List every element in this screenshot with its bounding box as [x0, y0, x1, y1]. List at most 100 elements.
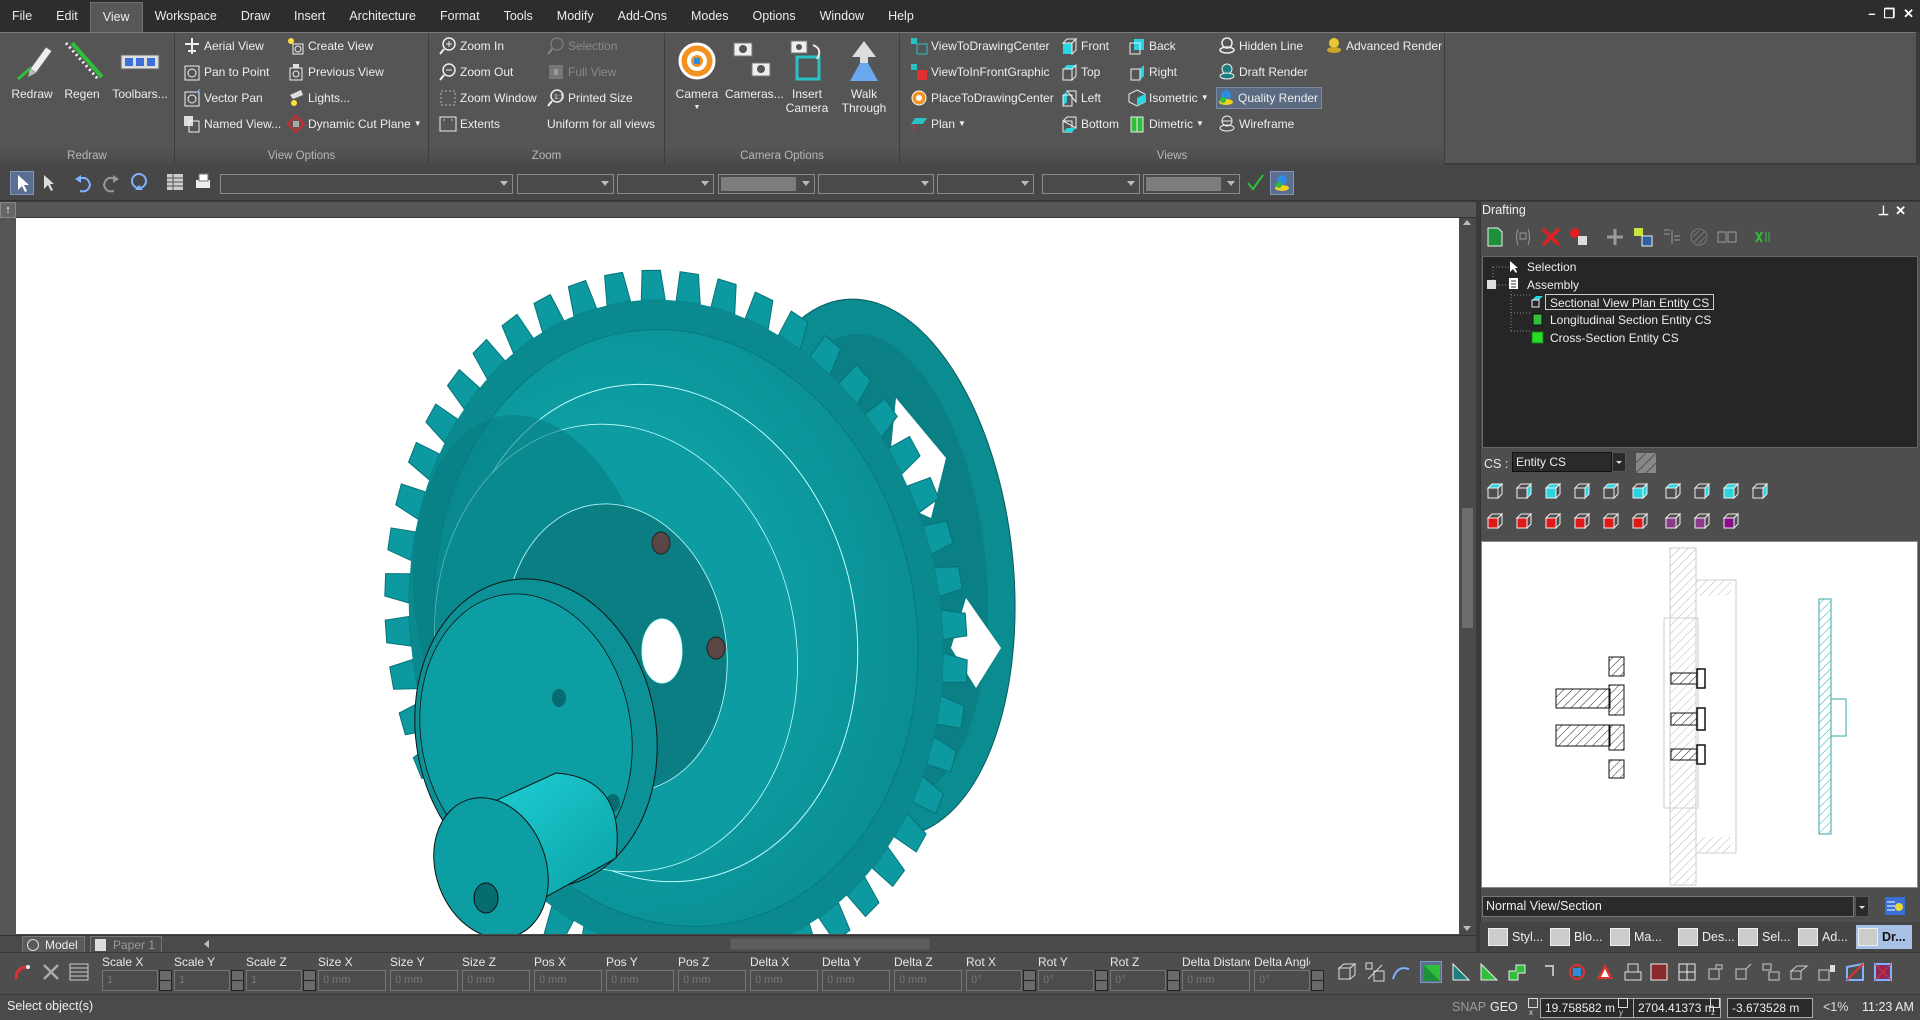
panel-tab-add-ons[interactable]: Ad...: [1796, 925, 1848, 949]
plan-button[interactable]: Plan ▼: [910, 113, 969, 135]
property-input[interactable]: 0 mm: [894, 970, 962, 991]
lock-tool-button[interactable]: [1816, 961, 1838, 983]
zoom-window-button[interactable]: Zoom Window: [439, 87, 540, 109]
section-cube-red-3-icon[interactable]: [1544, 512, 1562, 530]
view-to-drawing-center-button[interactable]: ViewToDrawingCenter: [910, 35, 1053, 57]
undo-button[interactable]: [72, 171, 96, 195]
redraw-button[interactable]: Redraw: [5, 39, 59, 101]
section-cube-purple-9-icon[interactable]: [1722, 512, 1740, 530]
property-input[interactable]: 0 mm: [750, 970, 818, 991]
panel-tab-styles[interactable]: Styl...: [1486, 925, 1543, 949]
green-slope-button[interactable]: [1478, 961, 1500, 983]
linetype-combo[interactable]: [517, 174, 614, 194]
properties-grid-button[interactable]: [164, 171, 188, 195]
compare-drafting-button[interactable]: [1716, 226, 1738, 248]
spin-button[interactable]: [303, 970, 316, 991]
panel-close-icon[interactable]: ✕: [1895, 203, 1912, 218]
lights-button[interactable]: Lights...: [287, 87, 353, 109]
spin-button[interactable]: [1095, 970, 1108, 991]
color-combo[interactable]: [718, 174, 815, 194]
menu-file[interactable]: File: [0, 1, 44, 31]
menu-view[interactable]: View: [89, 2, 143, 32]
pin-icon[interactable]: ⊥: [1878, 203, 1895, 218]
select-tool-button[interactable]: [10, 171, 34, 195]
group-bracket-button[interactable]: [1512, 226, 1534, 248]
new-drafting-button[interactable]: [1484, 226, 1506, 248]
mirror-tool-button[interactable]: [1566, 961, 1588, 983]
menu-insert[interactable]: Insert: [282, 1, 337, 31]
extents-button[interactable]: Extents: [439, 113, 503, 135]
section-cube-red-2-icon[interactable]: [1515, 512, 1533, 530]
toolbars-button[interactable]: Toolbars...: [110, 39, 170, 101]
z-coordinate-field[interactable]: -3.673528 m: [1727, 998, 1813, 1018]
section-cube-purple-8-icon[interactable]: [1693, 512, 1711, 530]
export-excel-button[interactable]: [1752, 226, 1774, 248]
stack-tool-button[interactable]: [1622, 961, 1644, 983]
section-cube-cyan-3-icon[interactable]: [1544, 482, 1562, 500]
tab-paper-1[interactable]: Paper 1: [90, 936, 163, 953]
y-coordinate-field[interactable]: 2704.41373 m: [1633, 998, 1721, 1018]
property-input[interactable]: 0°: [1254, 970, 1310, 991]
print-button[interactable]: [192, 171, 216, 195]
add-drafting-button[interactable]: [1604, 226, 1626, 248]
section-cube-red-1-icon[interactable]: [1486, 512, 1504, 530]
full-view-button[interactable]: Full View: [547, 61, 619, 83]
section-cube-cyan-5-icon[interactable]: [1602, 482, 1620, 500]
curve-tool-button[interactable]: [1390, 961, 1412, 983]
box-percent-button[interactable]: [1364, 961, 1386, 983]
text-style-combo[interactable]: [818, 174, 934, 194]
spin-button[interactable]: [231, 970, 244, 991]
zoom-in-button[interactable]: Zoom In: [439, 35, 507, 57]
geo-toggle[interactable]: GEO: [1490, 1000, 1518, 1014]
frame-red-button[interactable]: [1648, 961, 1670, 983]
view-left-button[interactable]: Left: [1060, 87, 1104, 109]
hatch-pattern-button[interactable]: [1635, 452, 1657, 474]
menu-format[interactable]: Format: [428, 1, 492, 31]
vertical-scrollbar[interactable]: [1459, 218, 1476, 935]
scroll-left-icon[interactable]: [204, 940, 209, 948]
property-input[interactable]: 0 mm: [318, 970, 386, 991]
spin-button[interactable]: [1167, 970, 1180, 991]
tree-node-assembly[interactable]: Assembly: [1527, 277, 1579, 293]
snap-toggle[interactable]: SNAP: [1452, 1000, 1486, 1014]
dim-style-combo[interactable]: [937, 174, 1034, 194]
select-edit-button[interactable]: [38, 171, 62, 195]
insert-view-button[interactable]: [1632, 226, 1654, 248]
refresh-button[interactable]: [128, 171, 152, 195]
view-back-button[interactable]: Back: [1128, 35, 1179, 57]
record-drafting-button[interactable]: [1568, 226, 1590, 248]
panel-tab-blocks[interactable]: Blo...: [1548, 925, 1603, 949]
menu-help[interactable]: Help: [876, 1, 926, 31]
hscroll-thumb[interactable]: [730, 938, 930, 950]
section-cube-cyan-10-icon[interactable]: [1751, 482, 1769, 500]
view-mode-select[interactable]: Normal View/Section: [1482, 896, 1854, 917]
attach-tool-button[interactable]: [1732, 961, 1754, 983]
blue-frame-button[interactable]: [1844, 961, 1866, 983]
tab-model[interactable]: Model: [22, 936, 85, 953]
menu-draw[interactable]: Draw: [229, 1, 282, 31]
section-cube-red-4-icon[interactable]: [1573, 512, 1591, 530]
printed-size-button[interactable]: 1:1 Printed Size: [547, 87, 636, 109]
cameras-button[interactable]: Cameras...: [725, 39, 784, 101]
panel-tab-drafting-tab[interactable]: Dr...: [1856, 925, 1912, 949]
zoom-out-button[interactable]: Zoom Out: [439, 61, 516, 83]
property-input[interactable]: 0 mm: [822, 970, 890, 991]
view-top-button[interactable]: Top: [1060, 61, 1103, 83]
place-to-drawing-center-button[interactable]: PlaceToDrawingCenter: [910, 87, 1057, 109]
cross-frame-button[interactable]: [1872, 961, 1894, 983]
wireframe-button[interactable]: Wireframe: [1218, 113, 1297, 135]
property-input[interactable]: 1: [174, 970, 230, 991]
view-bottom-button[interactable]: Bottom: [1060, 113, 1122, 135]
section-cube-purple-7-icon[interactable]: [1664, 512, 1682, 530]
tree-node-sectional-view-plan[interactable]: Sectional View Plan Entity CS: [1545, 294, 1715, 310]
menu-options[interactable]: Options: [741, 1, 808, 31]
section-cube-cyan-9-icon[interactable]: [1722, 482, 1740, 500]
property-input[interactable]: 0 mm: [534, 970, 602, 991]
properties-table-button[interactable]: [68, 961, 90, 983]
zoom-selection-button[interactable]: Selection: [547, 35, 620, 57]
scroll-down-icon[interactable]: [1463, 926, 1471, 931]
render-mode-button[interactable]: [1270, 171, 1294, 195]
step-tool-button[interactable]: [1506, 961, 1528, 983]
section-cube-cyan-2-icon[interactable]: [1515, 482, 1533, 500]
quality-render-button[interactable]: Quality Render: [1216, 87, 1323, 109]
